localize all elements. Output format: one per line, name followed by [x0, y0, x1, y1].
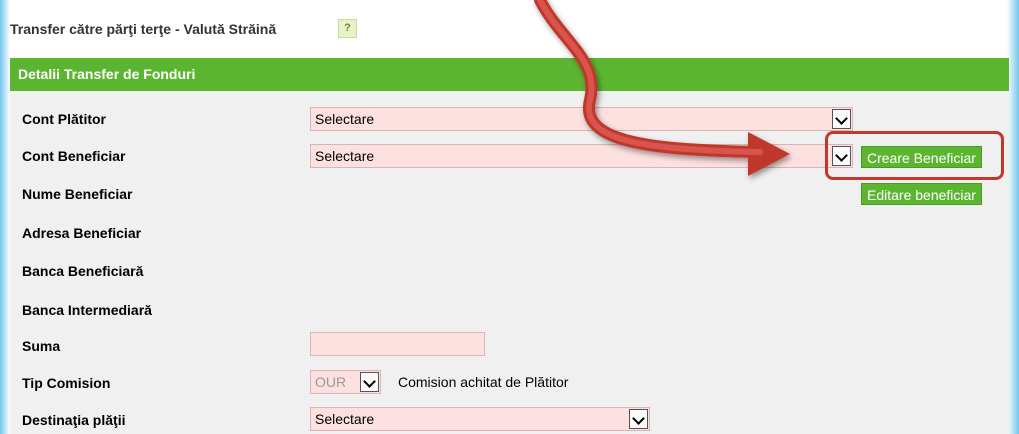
cont-beneficiar-value: Selectare [315, 148, 375, 164]
section-header: Detalii Transfer de Fonduri [10, 58, 1009, 91]
chevron-down-icon[interactable] [629, 409, 648, 429]
label-suma: Suma [22, 338, 61, 354]
label-cont-beneficiar: Cont Beneficiar [22, 148, 126, 164]
label-destinatia-platii: Destinaţia plăţii [22, 412, 126, 428]
tip-comision-select[interactable]: OUR [310, 370, 381, 394]
label-banca-intermediara: Banca Intermediară [22, 302, 152, 318]
destinatia-platii-value: Selectare [315, 411, 375, 427]
chevron-down-icon[interactable] [360, 372, 379, 392]
label-adresa-beneficiar: Adresa Beneficiar [22, 225, 142, 241]
help-icon[interactable]: ? [338, 19, 357, 38]
annotation-highlight-box [825, 131, 1004, 180]
cont-beneficiar-select[interactable]: Selectare [310, 144, 853, 168]
destinatia-platii-select[interactable]: Selectare [310, 407, 650, 431]
label-cont-platitor: Cont Plătitor [22, 111, 106, 127]
label-nume-beneficiar: Nume Beneficiar [22, 186, 133, 202]
tip-comision-value: OUR [315, 374, 347, 390]
label-banca-beneficiara: Banca Beneficiară [22, 263, 144, 279]
tip-comision-description: Comision achitat de Plătitor [398, 374, 569, 390]
page-title: Transfer către părţi terţe - Valută Stră… [10, 21, 277, 37]
cont-platitor-select[interactable]: Selectare [310, 107, 853, 131]
cont-platitor-value: Selectare [315, 111, 375, 127]
left-edge-glow [0, 0, 10, 434]
label-tip-comision: Tip Comision [22, 375, 111, 391]
suma-input[interactable] [310, 332, 485, 356]
chevron-down-icon[interactable] [832, 109, 851, 129]
edit-beneficiary-button[interactable]: Editare beneficiar [861, 183, 982, 205]
